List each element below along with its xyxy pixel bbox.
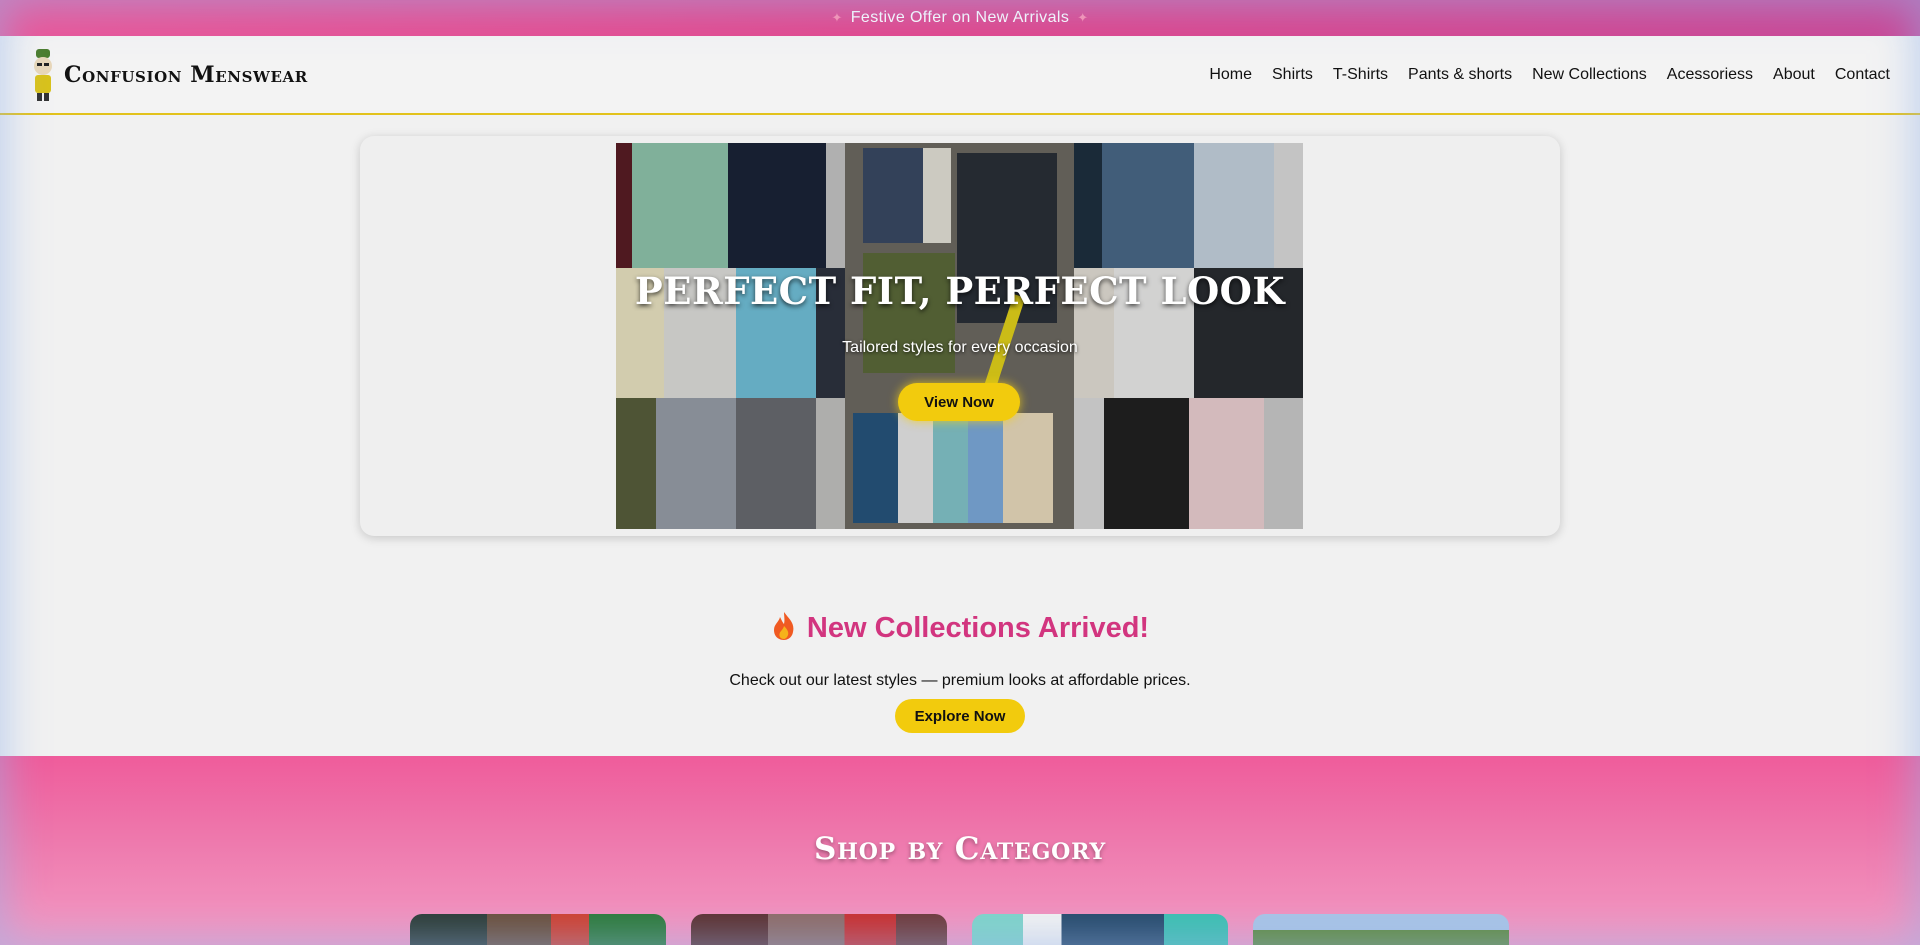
explore-now-button[interactable]: Explore Now	[895, 699, 1025, 733]
category-card[interactable]	[1253, 914, 1509, 945]
nav-about[interactable]: About	[1773, 66, 1815, 84]
logo[interactable]: Confusion Menswear	[28, 48, 308, 101]
hero-title: PERFECT FIT, PERFECT LOOK	[634, 269, 1286, 313]
category-card[interactable]	[972, 914, 1228, 945]
main-nav: Home Shirts T-Shirts Pants & shorts New …	[1209, 66, 1890, 84]
category-card[interactable]	[410, 914, 666, 945]
nav-home[interactable]: Home	[1209, 66, 1252, 84]
offer-text: Festive Offer on New Arrivals	[850, 9, 1070, 26]
new-collections-text: Check out our latest styles — premium lo…	[729, 672, 1191, 689]
nav-new-collections[interactable]: New Collections	[1532, 66, 1647, 84]
nav-contact[interactable]: Contact	[1835, 66, 1890, 84]
sparkle-icon: ✦	[1077, 10, 1089, 25]
view-now-button[interactable]: View Now	[898, 383, 1020, 421]
mascot-logo-icon	[34, 48, 52, 101]
shop-by-category-section: Shop by Category	[0, 756, 1920, 945]
new-collections-heading: New Collections Arrived!	[0, 611, 1920, 645]
nav-accessories[interactable]: Acessoriess	[1667, 66, 1753, 84]
hero-banner: PERFECT FIT, PERFECT LOOK Tailored style…	[360, 136, 1560, 536]
hero-overlay	[616, 143, 1303, 529]
brand-name: Confusion Menswear	[64, 61, 308, 88]
shop-by-category-title: Shop by Category	[813, 831, 1107, 867]
fire-icon	[773, 612, 794, 640]
nav-shirts[interactable]: Shirts	[1272, 66, 1313, 84]
nav-t-shirts[interactable]: T-Shirts	[1333, 66, 1388, 84]
hero-subtitle: Tailored styles for every occasion	[842, 339, 1078, 356]
nav-pants-shorts[interactable]: Pants & shorts	[1408, 66, 1512, 84]
offer-bar: ✦ Festive Offer on New Arrivals ✦	[0, 0, 1920, 36]
category-card[interactable]	[691, 914, 947, 945]
sparkle-icon: ✦	[831, 10, 843, 25]
site-header: Confusion Menswear Home Shirts T-Shirts …	[0, 36, 1920, 115]
new-collections-title: New Collections Arrived!	[806, 612, 1150, 644]
